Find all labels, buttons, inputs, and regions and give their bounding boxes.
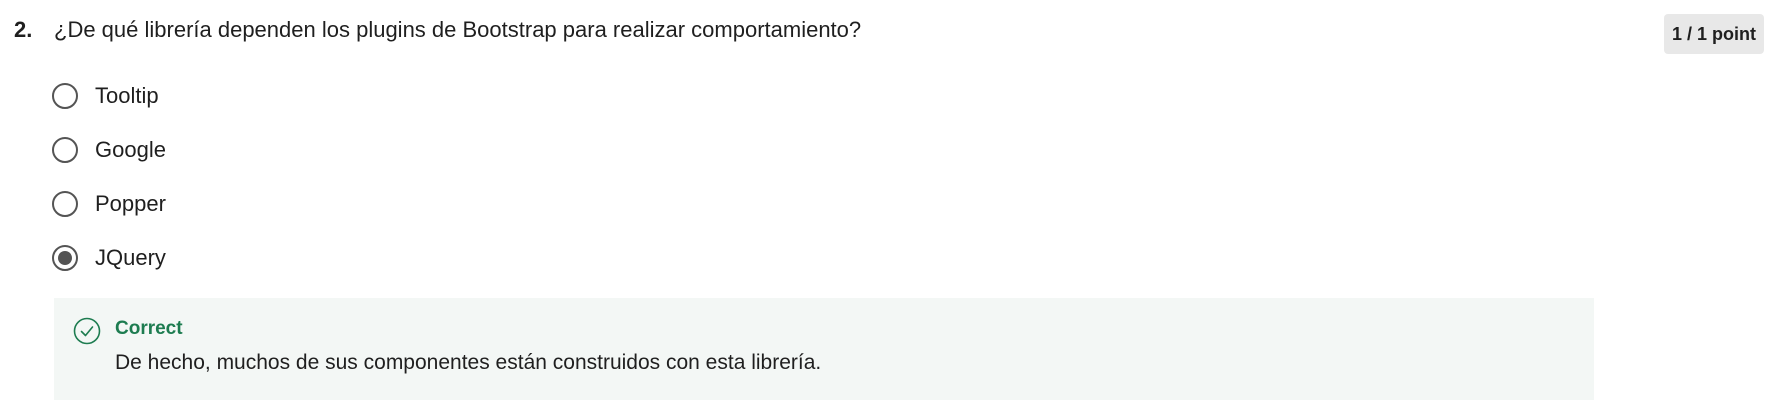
question-number: 2. [14, 17, 33, 42]
points-badge: 1 / 1 point [1663, 14, 1764, 54]
radio-button-selected[interactable] [52, 245, 78, 271]
radio-button[interactable] [52, 137, 78, 163]
feedback-status: Correct [115, 318, 183, 339]
check-circle-icon [73, 317, 101, 345]
option-popper[interactable]: Popper [52, 186, 166, 222]
option-jquery[interactable]: JQuery [52, 240, 166, 276]
option-label: Tooltip [95, 83, 159, 108]
quiz-question: 2. ¿De qué librería dependen los plugins… [14, 14, 1764, 414]
answer-options: Tooltip Google Popper JQuery [52, 78, 166, 294]
option-label: JQuery [95, 245, 166, 270]
option-google[interactable]: Google [52, 132, 166, 168]
radio-button[interactable] [52, 83, 78, 109]
question-text: ¿De qué librería dependen los plugins de… [54, 17, 862, 42]
option-tooltip[interactable]: Tooltip [52, 78, 166, 114]
option-label: Popper [95, 191, 166, 216]
option-label: Google [95, 137, 166, 162]
feedback-message: De hecho, muchos de sus componentes está… [115, 351, 822, 374]
feedback-box: Correct De hecho, muchos de sus componen… [54, 298, 1594, 400]
radio-button[interactable] [52, 191, 78, 217]
